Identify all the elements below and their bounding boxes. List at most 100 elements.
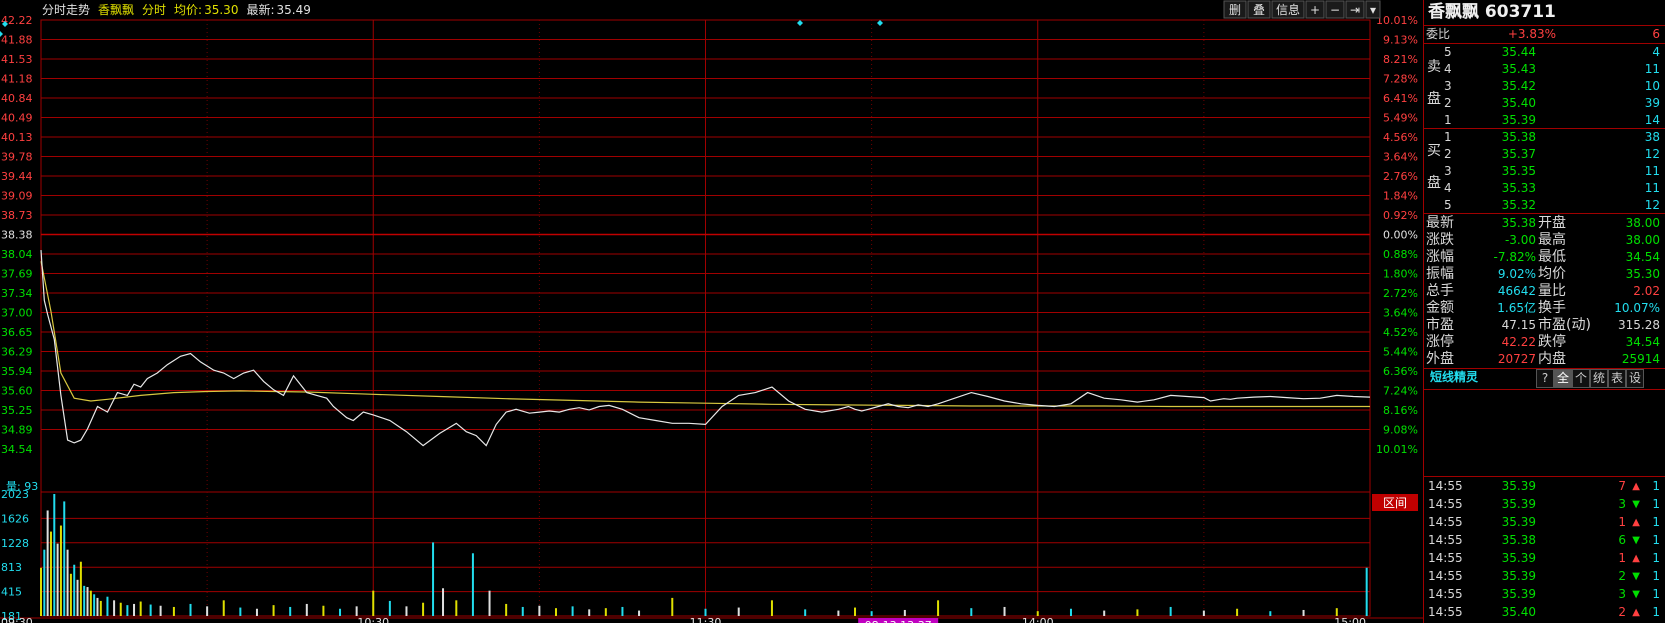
stat-value: 35.30 — [1625, 267, 1660, 281]
tick-row: 14:55 35.39 7 ▲ 1 — [1424, 478, 1665, 495]
price-tick-label: 41.18 — [1, 73, 33, 86]
tick-row: 14:55 35.38 6 ▼ 1 — [1424, 532, 1665, 549]
time-label: 11:30 — [690, 616, 722, 623]
volume-bar — [804, 609, 807, 616]
volume-bar — [289, 606, 292, 616]
tick-count: 1 — [1652, 533, 1660, 547]
stat-value: 38.00 — [1625, 216, 1660, 230]
order-qty: 10 — [1644, 79, 1660, 93]
volume-bar — [854, 607, 857, 616]
volume-bar — [770, 600, 773, 616]
tick-time: 14:55 — [1428, 551, 1463, 565]
volume-bar — [388, 600, 391, 616]
panel-divider — [1424, 389, 1665, 390]
panel-divider — [1424, 476, 1665, 477]
price-tick-label: 34.54 — [1, 443, 33, 456]
buy-order-row: 3 35.35 11 — [1424, 163, 1665, 180]
tick-price: 35.39 — [1501, 515, 1536, 529]
stat-label: 涨幅 — [1426, 249, 1454, 265]
volume-bar — [255, 608, 258, 616]
wizard-button[interactable]: ? — [1536, 369, 1554, 388]
price-tick-label: 35.25 — [1, 404, 33, 417]
volume-bar — [1302, 609, 1305, 616]
tick-row: 14:55 35.40 2 ▲ 1 — [1424, 604, 1665, 621]
price-tick-label: 41.53 — [1, 53, 33, 66]
tick-count: 1 — [1652, 497, 1660, 511]
header-part: 分时 — [142, 3, 166, 17]
stats-row: 市盈 47.15 市盈(动) 315.28 — [1424, 317, 1665, 334]
wizard-button[interactable]: 个 — [1572, 369, 1590, 388]
pct-tick-label: 0.00% — [1383, 229, 1418, 242]
toolbar-button-label: + — [1310, 3, 1320, 17]
intraday-chart[interactable]: 42.22 10.01%41.88 9.13%41.53 8.21%41.18 7.28… — [0, 0, 1423, 623]
pct-tick-label: 5.49% — [1383, 112, 1418, 125]
pct-tick-label: 10.01% — [1376, 14, 1418, 27]
stat-label: 振幅 — [1426, 266, 1454, 282]
tick-volume: 1 — [1618, 515, 1626, 529]
tick-time: 14:55 — [1428, 605, 1463, 619]
price-tick-label: 41.88 — [1, 34, 33, 47]
order-price: 35.35 — [1501, 164, 1536, 178]
stat-label: 总手 — [1426, 283, 1454, 299]
volume-bar — [63, 501, 66, 616]
wizard-button[interactable]: 设 — [1626, 369, 1644, 388]
event-marker-icon[interactable] — [877, 20, 883, 26]
stats-row: 金额 1.65亿 换手 10.07% — [1424, 300, 1665, 317]
volume-bar — [49, 531, 52, 616]
volume-bar — [96, 597, 99, 616]
volume-bar — [1136, 609, 1139, 616]
volume-bar — [99, 600, 102, 616]
stat-value: -7.82% — [1493, 250, 1536, 264]
volume-bar — [588, 609, 591, 616]
volume-bar — [621, 606, 624, 616]
wizard-header: 短线精灵 ? 全个统表设 — [1424, 369, 1665, 388]
volume-bar — [937, 600, 940, 616]
wizard-button[interactable]: 表 — [1608, 369, 1626, 388]
order-price: 35.39 — [1501, 113, 1536, 127]
volume-bar — [837, 610, 840, 616]
volume-bar — [79, 561, 82, 616]
stat-label: 涨停 — [1426, 334, 1454, 350]
wizard-button[interactable]: 全 — [1554, 369, 1572, 388]
tick-volume: 1 — [1618, 551, 1626, 565]
tick-time: 14:55 — [1428, 533, 1463, 547]
buy-order-row: 2 35.37 12 — [1424, 146, 1665, 163]
stat-label: 市盈 — [1426, 317, 1454, 333]
stat-value: 2.02 — [1633, 284, 1660, 298]
pct-tick-label: 8.21% — [1383, 53, 1418, 66]
tick-price: 35.39 — [1501, 587, 1536, 601]
order-price: 35.33 — [1501, 181, 1536, 195]
tick-time: 14:55 — [1428, 587, 1463, 601]
stat-value: 38.00 — [1625, 233, 1660, 247]
stat-label: 开盘 — [1538, 215, 1566, 231]
stat-label: 换手 — [1538, 300, 1566, 316]
stat-value: 47.15 — [1501, 318, 1536, 332]
time-label: 15:00 — [1334, 616, 1366, 623]
price-tick-label: 40.13 — [1, 131, 33, 144]
stat-value: 34.54 — [1625, 335, 1660, 349]
wizard-button[interactable]: 统 — [1590, 369, 1608, 388]
order-price: 35.38 — [1501, 130, 1536, 144]
header-part: 35.30 — [204, 3, 238, 17]
stat-value: -3.00 — [1504, 233, 1536, 247]
volume-tick-label: 1626 — [1, 512, 29, 525]
sell-order-row: 2 35.40 39 — [1424, 95, 1665, 112]
tick-count: 1 — [1652, 479, 1660, 493]
stat-label: 最低 — [1538, 249, 1566, 265]
volume-bar — [113, 600, 116, 616]
volume-tick-label: 415 — [1, 586, 22, 599]
pct-tick-label: 10.01% — [1376, 443, 1418, 456]
volume-bar — [272, 605, 275, 616]
volume-bar — [1169, 606, 1172, 616]
tick-row: 14:55 35.39 3 ▼ 1 — [1424, 496, 1665, 513]
order-level: 4 — [1444, 181, 1452, 195]
tick-price: 35.40 — [1501, 605, 1536, 619]
tick-row: 14:55 35.39 2 ▼ 1 — [1424, 568, 1665, 585]
price-tick-label: 38.73 — [1, 209, 33, 222]
order-level: 4 — [1444, 62, 1452, 76]
event-marker-icon[interactable] — [797, 20, 803, 26]
chart-header: 分时走势 香飘飘 分时 均价: 35.30 最新: 35.49 — [42, 2, 311, 17]
tick-time: 14:55 — [1428, 479, 1463, 493]
tick-time: 14:55 — [1428, 515, 1463, 529]
volume-tick-label: 1228 — [1, 537, 29, 550]
